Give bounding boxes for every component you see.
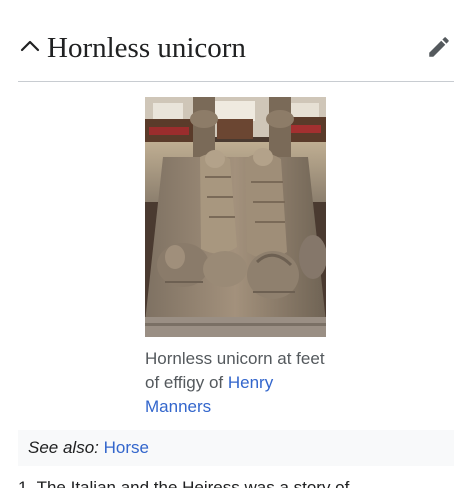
section-header[interactable]: Hornless unicorn (18, 22, 454, 82)
section-title: Hornless unicorn (47, 32, 246, 64)
list-item-partial: 1. The Italian and the Heiress was a sto… (18, 478, 350, 488)
figure-caption: Hornless unicorn at feet of effigy of He… (145, 347, 326, 419)
hatnote-label: See also: (28, 438, 99, 457)
pencil-icon[interactable] (426, 34, 452, 60)
effigy-photo[interactable] (145, 97, 326, 337)
see-also-hatnote: See also: Horse (18, 430, 454, 466)
article-page: Hornless unicorn Hornless unicorn at fee… (0, 0, 471, 488)
chevron-up-icon[interactable] (18, 34, 42, 58)
figure: Hornless unicorn at feet of effigy of He… (145, 97, 326, 419)
horse-link[interactable]: Horse (104, 438, 149, 457)
